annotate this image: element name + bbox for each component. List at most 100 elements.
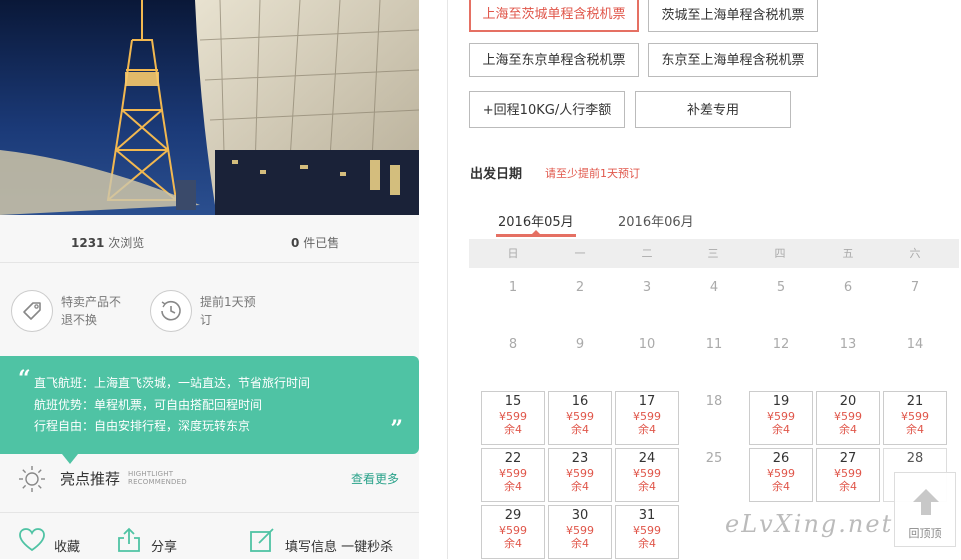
feature-text: 特卖产品不 退不换 xyxy=(61,293,141,329)
day-price: ¥599 xyxy=(499,410,527,423)
day-price: ¥599 xyxy=(901,410,929,423)
sold-count-label: 件已售 xyxy=(303,236,340,250)
favorite-label: 收藏 xyxy=(54,540,81,555)
action-bar: 收藏 分享 填写信息 一键秒杀 xyxy=(0,512,419,560)
calendar-day: 14 xyxy=(906,337,924,352)
day-price: ¥599 xyxy=(633,524,661,537)
calendar-day: 10 xyxy=(638,337,656,352)
heart-icon xyxy=(19,528,45,552)
promo-line: 直飞航班：上海直飞茨城，一站直达，节省旅行时间 xyxy=(34,376,311,390)
highlight-title: 亮点推荐 xyxy=(60,470,121,488)
calendar-day-available[interactable]: 20 ¥599 余4 xyxy=(816,391,880,445)
day-price: ¥599 xyxy=(633,467,661,480)
day-price: ¥599 xyxy=(499,524,527,537)
day-price: ¥599 xyxy=(767,410,795,423)
day-remaining: 余4 xyxy=(504,423,522,436)
calendar-day-available[interactable]: 26 ¥599 余4 xyxy=(749,448,813,502)
calendar-day: 6 xyxy=(843,280,853,295)
view-more-link[interactable]: 查看更多 xyxy=(351,470,399,487)
calendar-day: 4 xyxy=(709,280,719,295)
day-number: 15 xyxy=(504,394,522,409)
day-remaining: 余4 xyxy=(638,537,656,550)
day-price: ¥599 xyxy=(499,467,527,480)
day-number: 27 xyxy=(839,451,857,466)
highlight-header: 亮点推荐 HIGHTLIGHT RECOMMENDED 查看更多 xyxy=(0,460,419,498)
back-to-top-label: 回顶顶 xyxy=(908,527,942,540)
product-option-ibaraki-shanghai[interactable]: 茨城至上海单程含税机票 xyxy=(648,0,818,32)
calendar-day-available[interactable]: 24 ¥599 余4 xyxy=(615,448,679,502)
calendar-day-available[interactable]: 27 ¥599 余4 xyxy=(816,448,880,502)
calendar-day: 3 xyxy=(642,280,652,295)
stats-bar: 1231 次浏览 0 件已售 xyxy=(0,222,419,263)
fill-info-label: 填写信息 一键秒杀 xyxy=(285,540,394,555)
feature-text: 提前1天预 订 xyxy=(200,293,280,329)
month-tab-notch xyxy=(532,230,540,234)
product-option-tokyo-shanghai[interactable]: 东京至上海单程含税机票 xyxy=(648,43,818,77)
calendar-day-available[interactable]: 29 ¥599 余4 xyxy=(481,505,545,559)
calendar-day: 5 xyxy=(776,280,786,295)
product-option-shanghai-tokyo[interactable]: 上海至东京单程含税机票 xyxy=(469,43,639,77)
calendar-day-available[interactable]: 31 ¥599 余4 xyxy=(615,505,679,559)
calendar-day-available[interactable]: 21 ¥599 余4 xyxy=(883,391,947,445)
weekday-label: 一 xyxy=(574,247,586,260)
column-divider xyxy=(447,0,448,559)
product-option-price-difference[interactable]: 补差专用 xyxy=(635,91,791,128)
share-icon xyxy=(118,527,140,552)
highlight-en-line2: RECOMMENDED xyxy=(128,478,187,486)
weekday-label: 四 xyxy=(774,247,786,260)
tab-month-june[interactable]: 2016年06月 xyxy=(618,211,694,230)
day-remaining: 余4 xyxy=(772,423,790,436)
month-tab-underline xyxy=(496,234,576,237)
weekday-label: 五 xyxy=(842,247,854,260)
calendar-day: 9 xyxy=(575,337,585,352)
calendar-day-available[interactable]: 30 ¥599 余4 xyxy=(548,505,612,559)
day-remaining: 余4 xyxy=(571,480,589,493)
day-remaining: 余4 xyxy=(571,423,589,436)
calendar-day-available[interactable]: 15 ¥599 余4 xyxy=(481,391,545,445)
hero-photo xyxy=(0,0,419,215)
tag-icon xyxy=(11,290,53,332)
day-price: ¥599 xyxy=(767,467,795,480)
product-option-baggage[interactable]: +回程10KG/人行李额 xyxy=(469,91,625,128)
highlight-en-line1: HIGHTLIGHT xyxy=(128,470,174,478)
departure-date-label: 出发日期 xyxy=(470,167,523,182)
calendar-day: 18 xyxy=(705,394,723,409)
day-remaining: 余4 xyxy=(772,480,790,493)
day-number: 22 xyxy=(504,451,522,466)
view-count-number: 1231 xyxy=(71,236,105,250)
sun-icon xyxy=(19,466,45,492)
calendar-day: 25 xyxy=(705,451,723,466)
calendar-day-available[interactable]: 23 ¥599 余4 xyxy=(548,448,612,502)
share-button[interactable]: 分享 xyxy=(116,527,177,555)
day-price: ¥599 xyxy=(633,410,661,423)
day-price: ¥599 xyxy=(566,410,594,423)
promo-line: 航班优势：单程机票，可自由搭配回程时间 xyxy=(34,398,263,412)
sold-count-number: 0 xyxy=(291,236,300,250)
day-number: 17 xyxy=(638,394,656,409)
weekday-label: 二 xyxy=(641,247,653,260)
weekday-label: 日 xyxy=(507,247,519,260)
calendar-day-available[interactable]: 17 ¥599 余4 xyxy=(615,391,679,445)
day-price: ¥599 xyxy=(834,467,862,480)
calendar-day-available[interactable]: 22 ¥599 余4 xyxy=(481,448,545,502)
calendar-day: 12 xyxy=(772,337,790,352)
day-remaining: 余4 xyxy=(638,423,656,436)
fill-info-button[interactable]: 填写信息 一键秒杀 xyxy=(249,527,393,555)
day-remaining: 余4 xyxy=(638,480,656,493)
close-quote-icon: ” xyxy=(390,416,403,442)
feature-text-line2: 订 xyxy=(200,313,213,327)
favorite-button[interactable]: 收藏 xyxy=(18,527,80,555)
feature-text-line1: 提前1天预 xyxy=(200,295,256,309)
day-price: ¥599 xyxy=(834,410,862,423)
calendar-day: 13 xyxy=(839,337,857,352)
view-count-label: 次浏览 xyxy=(108,236,145,250)
tab-month-may[interactable]: 2016年05月 xyxy=(498,211,574,230)
day-number: 24 xyxy=(638,451,656,466)
calendar-day-available[interactable]: 19 ¥599 余4 xyxy=(749,391,813,445)
product-option-shanghai-ibaraki[interactable]: 上海至茨城单程含税机票 xyxy=(469,0,639,32)
promo-line: 行程自由：自由安排行程，深度玩转东京 xyxy=(34,419,251,433)
back-to-top-button[interactable]: 回顶顶 xyxy=(894,472,956,547)
day-remaining: 余4 xyxy=(906,423,924,436)
day-number: 23 xyxy=(571,451,589,466)
calendar-day-available[interactable]: 16 ¥599 余4 xyxy=(548,391,612,445)
